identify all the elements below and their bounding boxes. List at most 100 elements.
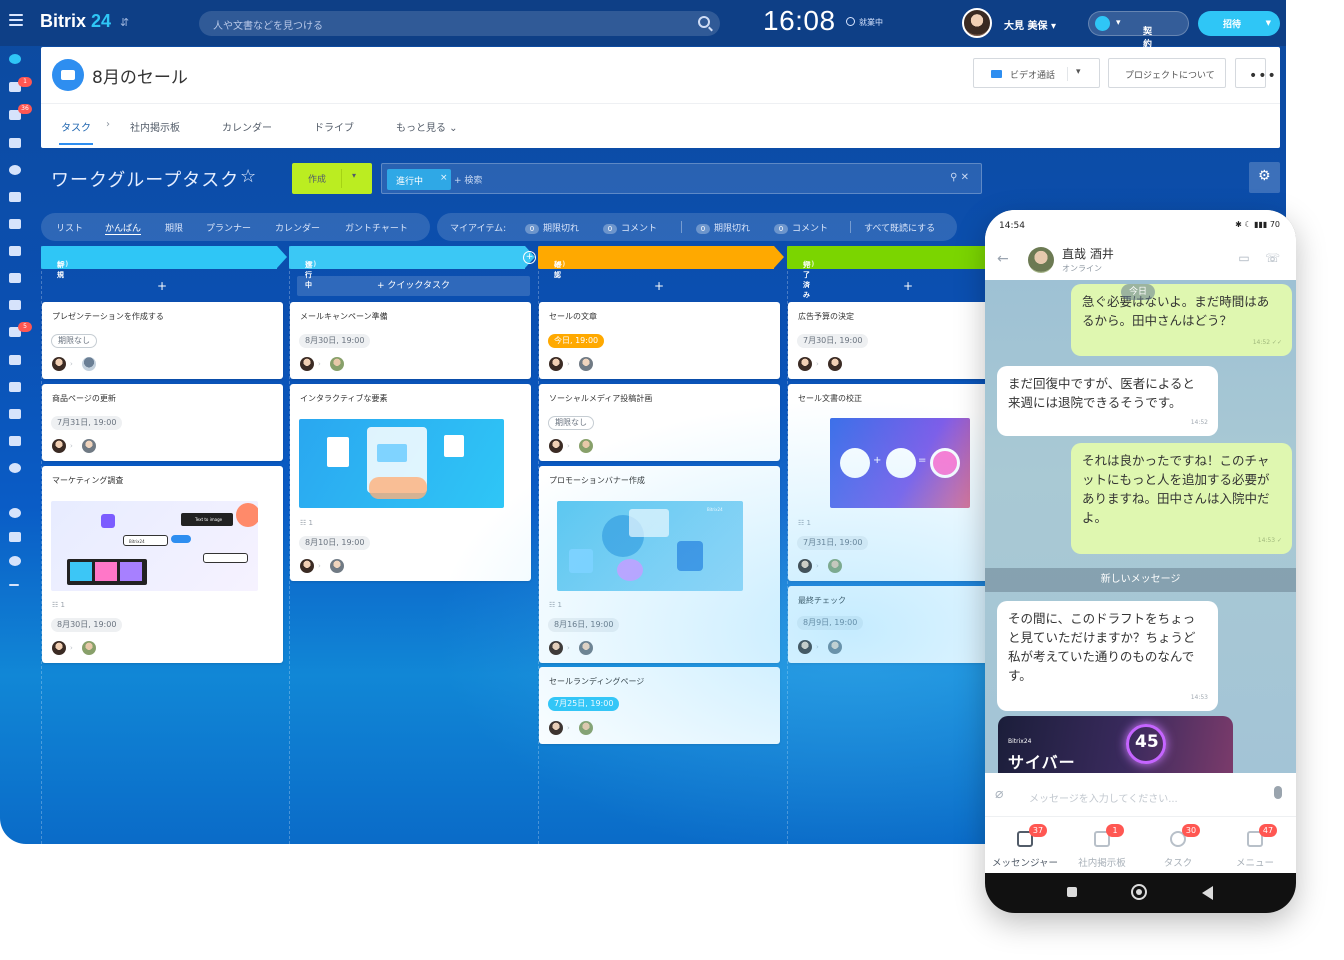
avatar[interactable]	[52, 439, 66, 453]
rail-cart-icon[interactable]	[9, 192, 23, 204]
rail-m-icon[interactable]	[9, 382, 23, 394]
recents-icon[interactable]	[1067, 887, 1077, 897]
avatar[interactable]	[549, 357, 563, 371]
task-deadline[interactable]: 8月30日, 19:00	[299, 334, 371, 348]
message-input[interactable]: ⌀ メッセージを入力してください...	[985, 773, 1296, 817]
avatar[interactable]	[300, 559, 314, 573]
invite-button[interactable]: 招待 ▼	[1198, 11, 1280, 36]
task-card[interactable]: プレゼンテーションを作成する 期限なし ›	[42, 302, 283, 379]
column-header[interactable]: 確認 (4)	[538, 246, 784, 279]
task-image[interactable]: Bitrix24	[557, 501, 743, 591]
task-deadline[interactable]: 7月25日, 19:00	[548, 697, 620, 711]
column-header[interactable]: 進行中 (2)	[289, 246, 535, 289]
chat-body[interactable]: 急ぐ必要はないよ。まだ時間はあるから。田中さんはどう？ 14:52 ✓✓ 今日 ま…	[985, 280, 1296, 773]
rail-chart-icon[interactable]	[9, 273, 23, 285]
task-deadline[interactable]: 8月10日, 19:00	[299, 536, 371, 550]
task-card[interactable]: 商品ページの更新 7月31日, 19:00 ›	[42, 384, 283, 461]
contact-name[interactable]: 直哉 酒井	[1062, 245, 1114, 262]
tab-feed[interactable]: 社内掲示板	[130, 119, 180, 134]
avatar[interactable]	[579, 721, 593, 735]
rail-user-icon[interactable]	[9, 436, 23, 448]
about-project-button[interactable]: プロジェクトについて	[1108, 58, 1226, 88]
avatar[interactable]	[798, 640, 812, 654]
task-image[interactable]: + =	[830, 418, 970, 508]
avatar[interactable]	[330, 559, 344, 573]
star-icon[interactable]: ☆	[240, 166, 256, 187]
counter-overdue-2[interactable]: 0 期限切れ	[696, 221, 750, 234]
avatar[interactable]	[549, 721, 563, 735]
add-column-icon[interactable]: +	[523, 251, 536, 264]
counter-comments[interactable]: 0 コメント	[603, 221, 657, 234]
search-clear-icons[interactable]: ⚲ ✕	[950, 172, 969, 183]
view-list[interactable]: リスト	[56, 221, 83, 234]
message-incoming[interactable]: その間に、このドラフトをちょっと見ていただけますか？ちょうど私が考えていた通りの…	[997, 601, 1218, 711]
close-icon[interactable]: ×	[440, 173, 448, 183]
user-avatar[interactable]	[962, 8, 992, 38]
avatar[interactable]	[549, 439, 563, 453]
task-card[interactable]: セールランディングページ 7月25日, 19:00 ›	[539, 667, 780, 744]
task-card[interactable]: インタラクティブな要素 ☷ 1 8月10日, 19:00 ›	[290, 384, 531, 581]
task-image[interactable]	[299, 419, 504, 508]
tab-calendar[interactable]: カレンダー	[222, 119, 272, 134]
avatar[interactable]	[82, 439, 96, 453]
rail-sitemap-icon[interactable]	[9, 532, 23, 544]
rail-add-icon[interactable]	[9, 580, 23, 592]
avatar[interactable]	[52, 641, 66, 655]
task-card[interactable]: マーケティング調査 Text to image Bitrix24 ☷ 1 8月3…	[42, 466, 283, 663]
add-task-button[interactable]: +	[538, 276, 780, 296]
microphone-icon[interactable]	[1274, 786, 1282, 799]
tab-messenger[interactable]: 37 メッセンジャー	[987, 817, 1063, 873]
rail-doc-icon[interactable]	[9, 219, 23, 231]
task-deadline[interactable]: 8月9日, 19:00	[797, 616, 864, 630]
avatar[interactable]	[82, 357, 96, 371]
view-gantt[interactable]: ガントチャート	[345, 221, 408, 234]
task-deadline[interactable]: 7月30日, 19:00	[797, 334, 869, 348]
back-icon[interactable]	[1202, 886, 1213, 900]
task-card[interactable]: セールの文章 今日, 19:00 ›	[539, 302, 780, 379]
rail-help-icon[interactable]	[9, 508, 23, 520]
rail-building-icon[interactable]	[9, 138, 23, 150]
tab-drive[interactable]: ドライブ	[314, 119, 354, 134]
avatar[interactable]	[549, 641, 563, 655]
rail-chevron-icon[interactable]	[9, 463, 23, 475]
rail-target-icon[interactable]	[9, 165, 23, 177]
back-arrow-icon[interactable]: ←	[997, 251, 1009, 267]
avatar[interactable]	[82, 641, 96, 655]
counter-comments-2[interactable]: 0 コメント	[774, 221, 828, 234]
filter-chip[interactable]: 進行中 ×	[387, 169, 451, 190]
message-outgoing[interactable]: それは良かったですね！このチャットにもっと人を追加する必要がありますね。田中さん…	[1071, 443, 1292, 554]
avatar[interactable]	[579, 357, 593, 371]
attached-image[interactable]: Bitrix24 サイバー 45	[998, 716, 1233, 773]
rail-contact-icon[interactable]	[9, 300, 23, 312]
rail-code-icon[interactable]	[9, 409, 23, 421]
add-task-button[interactable]: +	[41, 276, 283, 296]
avatar[interactable]	[798, 357, 812, 371]
contact-avatar[interactable]	[1028, 247, 1054, 273]
avatar[interactable]	[798, 559, 812, 573]
task-deadline[interactable]: 8月30日, 19:00	[51, 618, 123, 632]
view-kanban[interactable]: かんばん	[105, 221, 142, 235]
rail-settings-icon[interactable]	[9, 556, 23, 568]
filter-search-input[interactable]: 進行中 × + 検索 ⚲ ✕	[381, 163, 982, 194]
task-deadline[interactable]: 8月16日, 19:00	[548, 618, 620, 632]
plan-button[interactable]: 契約プラン ▾	[1088, 11, 1189, 89]
avatar[interactable]	[828, 640, 842, 654]
tab-tasks[interactable]: 30 タスク	[1140, 817, 1216, 873]
mark-all-read[interactable]: すべて既読にする	[864, 221, 935, 234]
avatar[interactable]	[828, 357, 842, 371]
view-deadline[interactable]: 期限	[165, 221, 183, 234]
avatar[interactable]	[330, 357, 344, 371]
task-deadline[interactable]: 期限なし	[51, 334, 97, 348]
avatar[interactable]	[52, 357, 66, 371]
settings-gear-button[interactable]	[1249, 162, 1280, 193]
task-deadline[interactable]: 7月31日, 19:00	[51, 416, 123, 430]
view-planner[interactable]: プランナー	[206, 221, 251, 234]
message-incoming[interactable]: まだ回復中ですが、医者によると来週には退院できるそうです。 14:52	[997, 366, 1218, 436]
task-card[interactable]: プロモーションバナー作成 Bitrix24 ☷ 1 8月16日, 19:00 ›	[539, 466, 780, 663]
tab-tasks[interactable]: タスク	[59, 119, 93, 145]
rail-box-icon[interactable]	[9, 355, 23, 367]
user-name[interactable]: 大見 美保 ▾	[1004, 17, 1056, 32]
create-button[interactable]: 作成 ▾	[292, 163, 372, 194]
quick-task-button[interactable]: + クイックタスク	[297, 276, 530, 296]
task-deadline[interactable]: 今日, 19:00	[548, 334, 605, 348]
